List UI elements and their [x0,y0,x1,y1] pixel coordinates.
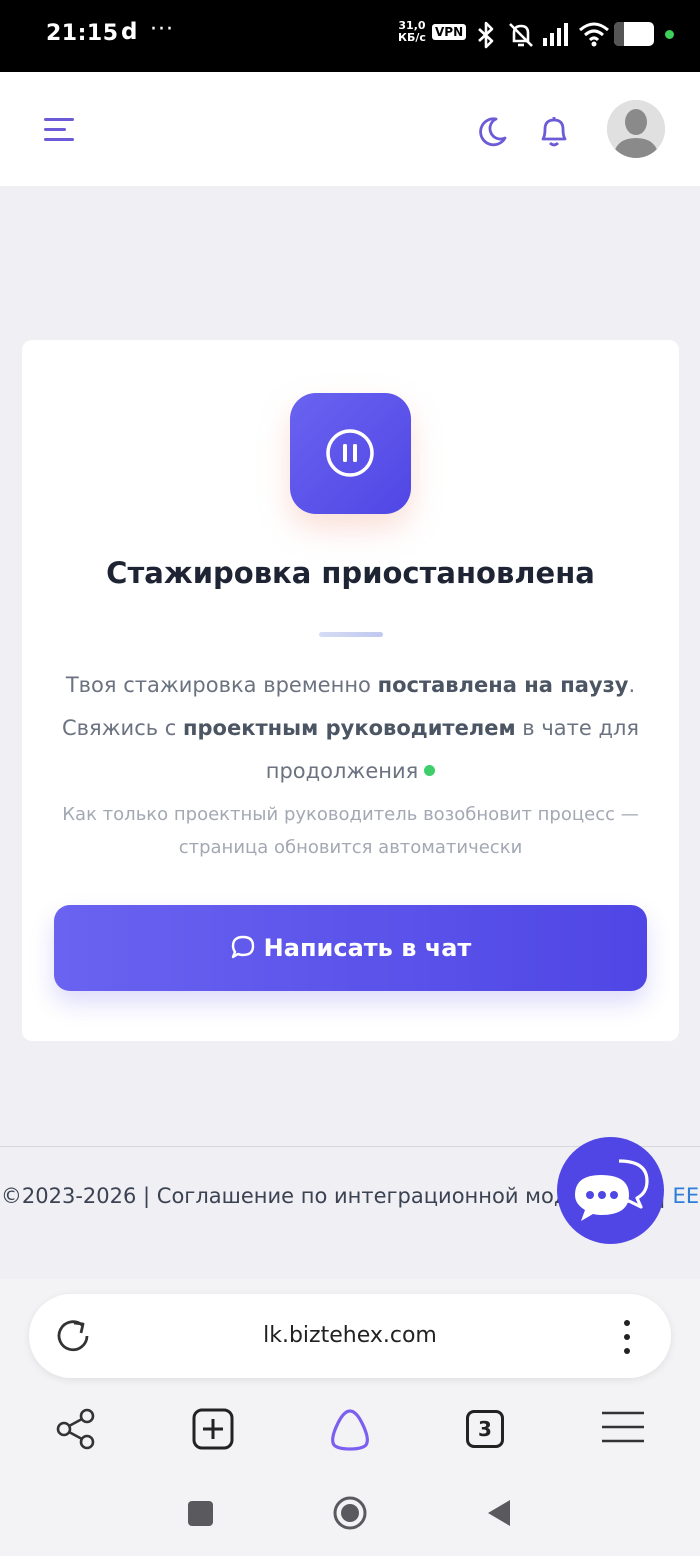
bluetooth-icon [478,21,494,49]
tab-count-button[interactable]: 3 [466,1410,504,1448]
auto-refresh-note: Как только проектный руководитель возобн… [62,804,639,858]
title-divider [319,632,383,637]
agreement-link-ee[interactable]: EE [673,1184,700,1208]
app-notification-icon: d [121,19,138,45]
status-bar: 21:15 d ··· 31,0 КБ/с VPN 24 [0,0,700,72]
browser-toolbar: lk.biztehex.com 3 [0,1279,700,1556]
page-title: Стажировка приостановлена [106,556,595,590]
message-text-2: Свяжись с [61,716,184,740]
home-icon[interactable] [332,1495,368,1531]
bell-icon[interactable] [534,112,574,152]
more-notifications-icon: ··· [150,17,174,42]
moon-icon[interactable] [474,114,510,150]
avatar[interactable] [607,100,665,158]
online-status-dot [424,764,436,776]
pause-message: Твоя стажировка временно поставлена на п… [42,664,659,793]
hamburger-menu-icon[interactable] [600,1407,646,1447]
network-speed-unit: КБ/с [398,31,426,44]
write-to-chat-label: Написать в чат [263,934,472,962]
write-to-chat-button[interactable]: Написать в чат [54,905,647,991]
mute-icon [509,23,533,47]
status-time: 21:15 [46,21,119,46]
app-header [0,72,700,186]
menu-icon[interactable] [40,116,78,144]
battery-level: 24 [624,26,644,42]
chat-fab-button[interactable] [557,1137,664,1244]
message-bold-1: поставлена на паузу [377,673,629,697]
address-bar[interactable]: lk.biztehex.com [29,1294,671,1378]
more-options-icon[interactable] [617,1318,637,1356]
wifi-icon [579,22,609,47]
charging-dot [665,30,674,39]
reload-icon[interactable] [54,1316,94,1356]
user-avatar-icon [607,100,665,158]
network-speed: 31,0 КБ/с [398,20,426,44]
chat-bubble-icon [231,935,254,959]
signal-icon [543,23,568,46]
pause-icon [326,429,374,477]
recent-apps-icon[interactable] [188,1501,213,1526]
battery-icon: 24 [614,22,654,46]
message-end-1: . [628,673,636,697]
chat-bubbles-icon [575,1159,649,1221]
message-text-1: Твоя стажировка временно [65,673,378,697]
back-icon[interactable] [486,1498,512,1528]
url-text: lk.biztehex.com [263,1323,437,1348]
footer-copyright: ©2023-2026 | Соглашение по интеграционно… [0,1184,623,1208]
share-icon[interactable] [54,1407,98,1451]
alice-assistant-icon[interactable] [326,1407,374,1451]
message-bold-2: проектным руководителем [183,716,516,740]
vpn-badge: VPN [432,24,467,40]
pause-card: Стажировка приостановлена Твоя стажировк… [22,340,679,1041]
new-tab-icon[interactable] [191,1407,235,1451]
pause-badge [290,393,411,514]
